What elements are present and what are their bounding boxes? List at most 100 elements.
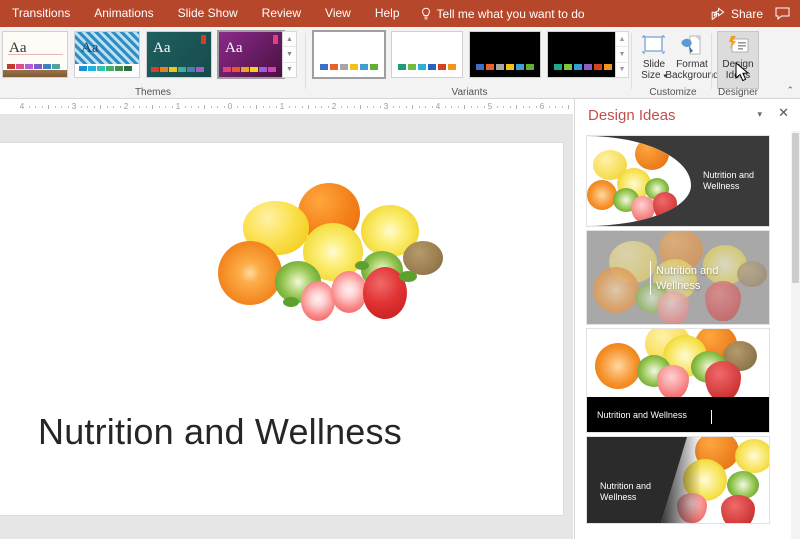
themes-scroll-buttons[interactable]: ▲ ▼ ▼ (282, 31, 297, 78)
ruler-minor-tick (561, 106, 563, 108)
ruler-tick-label: 1 (175, 102, 181, 111)
idea-3-text: Nutrition and Wellness (597, 410, 687, 420)
idea-4-text: Nutrition and Wellness (600, 481, 652, 502)
variant-thumb-white-2[interactable] (391, 31, 463, 78)
variants-scroll-buttons[interactable]: ▲ ▼ ▼ (615, 31, 629, 78)
ruler-minor-tick (535, 106, 537, 108)
ruler-minor-tick (139, 106, 140, 108)
design-ideas-icon (725, 32, 751, 59)
variants-scroll-down-button[interactable]: ▼ (616, 47, 628, 63)
variant-thumb-black-1[interactable] (469, 31, 541, 78)
ruler-minor-tick (340, 106, 342, 108)
format-background-button[interactable]: Format Background (665, 31, 719, 87)
ruler-minor-tick (35, 106, 36, 108)
ruler-tick-label: 3 (383, 102, 389, 111)
ruler-minor-tick (470, 106, 472, 108)
ruler-minor-tick (373, 106, 374, 108)
tab-transitions[interactable]: Transitions (0, 0, 82, 27)
themes-group-label: Themes (134, 87, 172, 98)
theme-swatches (7, 64, 60, 69)
collapse-ribbon-button[interactable]: ⌃ (786, 85, 794, 96)
design-idea-full-bleed-faded[interactable]: Nutrition and Wellness (586, 230, 770, 325)
tab-help[interactable]: Help (363, 0, 412, 27)
close-icon[interactable]: ✕ (778, 106, 789, 120)
ruler-minor-tick (431, 106, 433, 108)
themes-more-button[interactable]: ▼ (283, 63, 296, 77)
variant-swatches (398, 64, 456, 70)
slide-title-text[interactable]: Nutrition and Wellness (38, 411, 528, 453)
ruler-minor-tick (61, 106, 62, 108)
ruler-minor-tick (548, 106, 550, 108)
variant-thumb-white-1[interactable] (312, 30, 386, 79)
share-icon (711, 6, 725, 20)
themes-gallery: Aa Aa Aa Aa (2, 30, 285, 79)
tell-me-box[interactable]: Tell me what you want to do (420, 7, 585, 21)
theme-swatches (151, 67, 204, 72)
variant-swatches (320, 64, 378, 70)
design-idea-diagonal-right-image[interactable]: Nutrition and Wellness (586, 436, 770, 524)
ruler-minor-tick (522, 106, 524, 108)
ruler-minor-tick (210, 106, 212, 108)
themes-scroll-down-button[interactable]: ▼ (283, 47, 296, 63)
ruler-minor-tick (353, 106, 355, 108)
idea-4-background: Nutrition and Wellness (587, 437, 769, 523)
ruler-minor-tick (314, 106, 316, 108)
slide-surface[interactable]: Nutrition and Wellness (0, 143, 563, 515)
ruler-minor-tick (165, 106, 166, 108)
design-ideas-scrollbar[interactable] (791, 131, 800, 539)
ruler-minor-tick (483, 106, 485, 108)
slide-fruit-image[interactable] (213, 163, 445, 331)
themes-scroll-up-button[interactable]: ▲ (283, 32, 296, 48)
ruler-minor-tick (171, 106, 173, 108)
tab-slide-show[interactable]: Slide Show (166, 0, 250, 27)
ruler-minor-tick (256, 105, 257, 109)
ruler-minor-tick (87, 106, 88, 108)
design-idea-image-top-bar-bottom[interactable]: Nutrition and Wellness (586, 328, 770, 433)
ruler-tick-label: 4 (19, 102, 25, 111)
design-ideas-button[interactable]: Design Ideas (717, 31, 759, 89)
variants-more-button[interactable]: ▼ (616, 63, 628, 77)
strawberry-cut-2 (331, 271, 367, 313)
ruler-minor-tick (54, 106, 56, 108)
variants-group-label: Variants (451, 87, 488, 98)
ruler-minor-tick (399, 106, 400, 108)
idea-1-background: Nutrition and Wellness (587, 136, 769, 226)
ruler-minor-tick (204, 105, 205, 109)
variant-thumb-black-2[interactable] (547, 31, 619, 78)
theme-thumb-wood[interactable]: Aa (2, 31, 68, 78)
ribbon-design-tab-content: Aa Aa Aa Aa ▲ ▼ ▼ Themes ▲ ▼ ▼ Variants … (0, 27, 800, 99)
ribbon-tab-bar: Transitions Animations Slide Show Review… (0, 0, 800, 27)
share-button[interactable]: Share (711, 7, 763, 21)
ruler-minor-tick (28, 106, 30, 108)
variants-scroll-up-button[interactable]: ▲ (616, 32, 628, 48)
ruler-tick-label: 3 (71, 102, 77, 111)
idea-3-background: Nutrition and Wellness (587, 329, 769, 432)
design-ideas-list: Nutrition and Wellness Nutrition and Wel… (575, 131, 800, 539)
theme-aa-label: Aa (225, 40, 243, 56)
ruler-minor-tick (275, 106, 277, 108)
variants-gallery (312, 30, 619, 79)
kiwi-whole (403, 241, 443, 275)
design-ideas-scrollbar-thumb[interactable] (792, 133, 799, 283)
tab-animations[interactable]: Animations (82, 0, 165, 27)
variants-group: ▲ ▼ ▼ Variants (307, 27, 632, 99)
design-ideas-label-1: Design (722, 59, 754, 70)
ruler-minor-tick (269, 106, 270, 108)
theme-thumb-berlin-pattern[interactable]: Aa (74, 31, 140, 78)
tab-view[interactable]: View (313, 0, 363, 27)
ruler-minor-tick (145, 106, 147, 108)
theme-thumb-purple[interactable]: Aa (217, 30, 285, 79)
ruler-minor-tick (516, 105, 517, 109)
ruler-minor-tick (464, 105, 465, 109)
ruler-tick-label: 2 (331, 102, 337, 111)
chevron-down-icon[interactable]: ▾ (757, 109, 762, 120)
horizontal-ruler[interactable]: 4 3 2 1 0 1 2 3 4 5 6 (0, 99, 573, 115)
comments-button[interactable] (775, 7, 790, 20)
design-idea-curved-left-image[interactable]: Nutrition and Wellness (586, 135, 770, 227)
tab-review[interactable]: Review (250, 0, 313, 27)
theme-thumb-teal[interactable]: Aa (146, 31, 212, 78)
ruler-minor-tick (451, 106, 452, 108)
ruler-minor-tick (80, 106, 82, 108)
customize-group-label: Customize (649, 87, 697, 98)
ruler-minor-tick (366, 106, 368, 108)
